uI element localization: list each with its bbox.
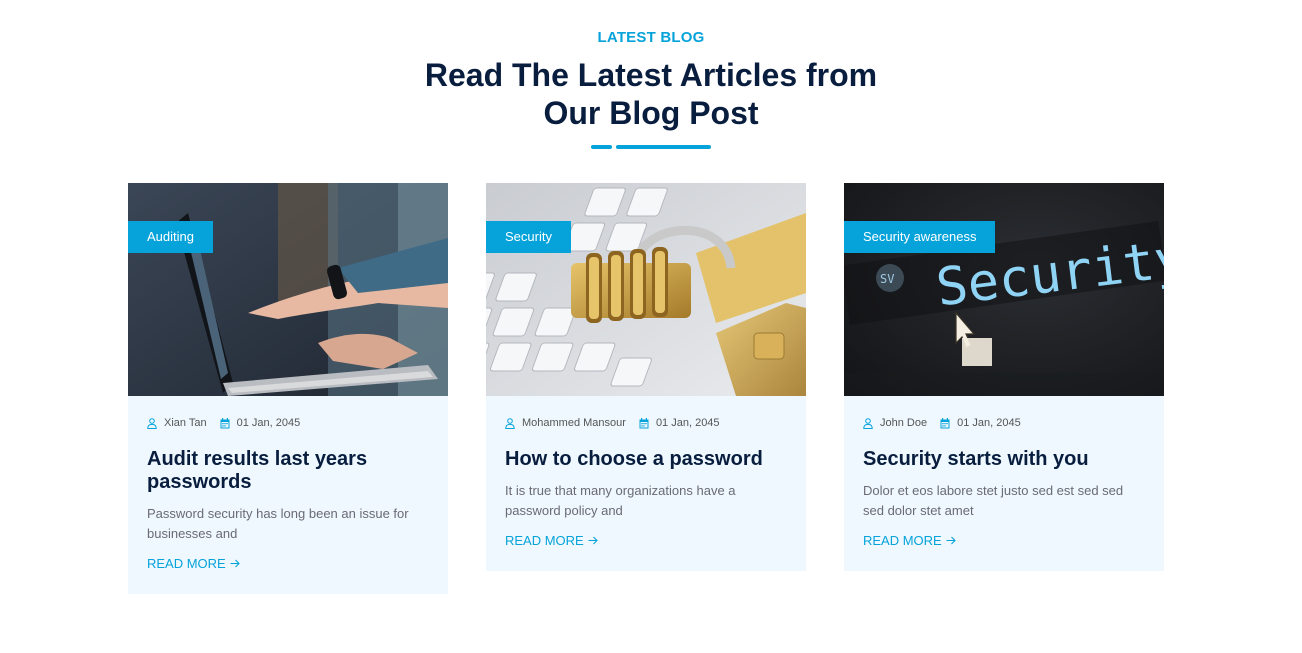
section-header: LATEST BLOG Read The Latest Articles fro… [0,28,1302,150]
padlock-keyboard-photo [486,183,806,396]
post-title[interactable]: Audit results last years passwords [147,448,429,494]
arrow-right-icon [230,559,240,568]
read-more-link[interactable]: READ MORE [863,533,956,548]
underline-short-bar [591,145,612,149]
post-meta: Mohammed Mansour 01 Jan, 2045 [505,416,787,430]
post-date: 01 Jan, 2045 [940,417,1021,429]
read-more-label: READ MORE [863,533,942,548]
post-title[interactable]: Security starts with you [863,448,1145,471]
category-tag[interactable]: Auditing [128,221,213,253]
post-title[interactable]: How to choose a password [505,448,787,471]
post-meta: John Doe 01 Jan, 2045 [863,416,1145,430]
read-more-link[interactable]: READ MORE [505,533,598,548]
heading-underline [591,145,711,150]
author-name: John Doe [880,417,928,429]
calendar-icon [639,417,649,428]
date-text: 01 Jan, 2045 [957,417,1021,429]
arrow-right-icon [946,536,956,545]
blog-card-image[interactable]: Security [486,183,806,396]
arrow-right-icon [588,536,598,545]
blog-card-body: John Doe 01 Jan, 2045 Security starts wi… [844,396,1164,571]
blog-card: SV Security Security awareness John Doe [844,183,1164,571]
category-tag[interactable]: Security [486,221,571,253]
laptop-photo [128,183,448,396]
user-icon [505,417,515,429]
read-more-label: READ MORE [147,556,226,571]
post-author: Xian Tan [147,417,207,429]
post-excerpt: Dolor et eos labore stet justo sed est s… [863,483,1124,518]
calendar-icon [220,417,230,428]
post-date: 01 Jan, 2045 [220,417,301,429]
read-more-label: READ MORE [505,533,584,548]
author-name: Mohammed Mansour [522,417,626,429]
user-icon [147,417,157,429]
section-heading-line-2: Our Blog Post [543,95,759,131]
post-excerpt: It is true that many organizations have … [505,483,736,518]
section-heading-line-1: Read The Latest Articles from [424,57,878,93]
date-text: 01 Jan, 2045 [655,417,720,429]
post-excerpt: Password security has long been an issue… [147,506,409,541]
calendar-icon [940,417,950,428]
blog-card: Auditing Xian Tan 01 Jan, 2045 Audit res… [128,183,448,594]
read-more-link[interactable]: READ MORE [147,556,240,571]
image-logo-text: SV [880,272,894,286]
category-tag[interactable]: Security awareness [844,221,996,253]
blog-card-body: Mohammed Mansour 01 Jan, 2045 How to cho… [486,396,806,571]
blog-card: Security Mohammed Mansour 01 Jan, 2045 H… [486,183,806,571]
section-heading: Read The Latest Articles from Our Blog P… [0,56,1302,132]
blog-card-image[interactable]: Auditing [128,183,448,396]
blog-card-body: Xian Tan 01 Jan, 2045 Audit results last… [128,396,448,594]
security-screen-photo: SV Security [844,183,1164,396]
post-date: 01 Jan, 2045 [639,417,720,429]
post-meta: Xian Tan 01 Jan, 2045 [147,416,429,430]
post-author: John Doe [863,417,927,429]
section-eyebrow: LATEST BLOG [597,29,705,46]
user-icon [863,417,873,429]
post-author: Mohammed Mansour [505,417,626,429]
underline-long-bar [616,145,711,149]
author-name: Xian Tan [164,417,207,429]
blog-card-image[interactable]: SV Security Security awareness [844,183,1164,396]
date-text: 01 Jan, 2045 [236,417,301,429]
